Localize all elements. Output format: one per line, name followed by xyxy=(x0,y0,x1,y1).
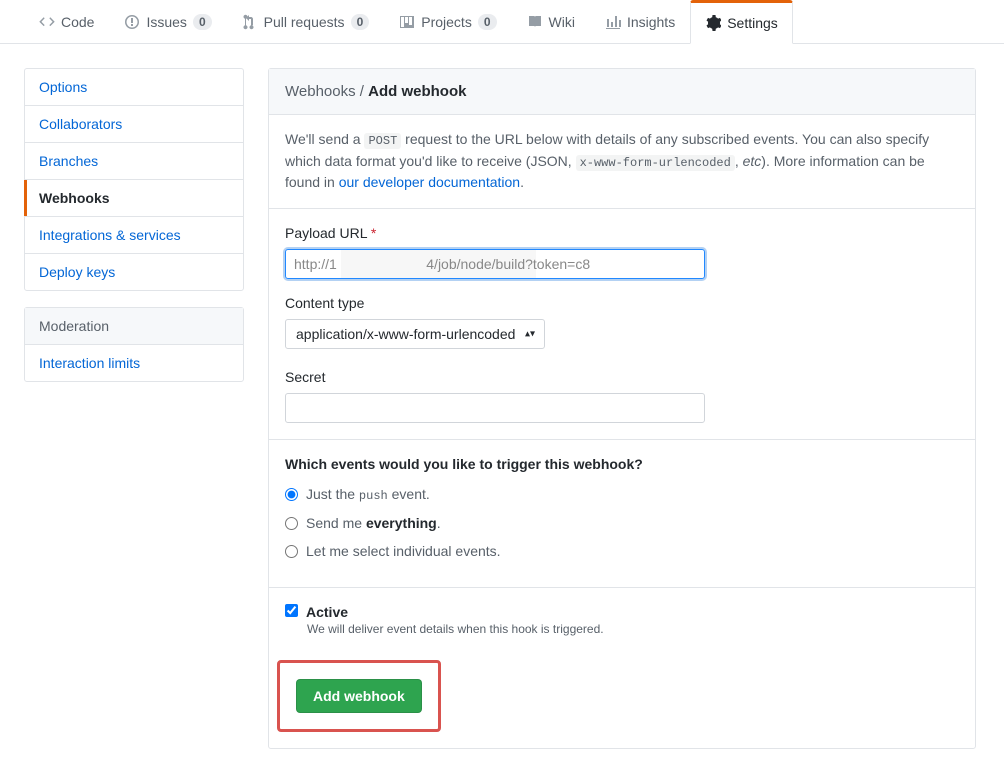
tab-label: Issues xyxy=(146,14,186,30)
tab-label: Wiki xyxy=(549,14,575,30)
sidebar-heading-moderation: Moderation xyxy=(25,308,243,345)
payload-url-label: Payload URL * xyxy=(285,225,959,241)
tab-issues[interactable]: Issues 0 xyxy=(109,0,226,43)
tab-label: Projects xyxy=(421,14,472,30)
submit-highlight-box: Add webhook xyxy=(277,660,441,732)
dev-docs-link[interactable]: our developer documentation xyxy=(339,174,520,190)
radio-row-everything: Send me everything. xyxy=(285,515,959,531)
active-help-text: We will deliver event details when this … xyxy=(307,622,959,636)
events-section: Which events would you like to trigger t… xyxy=(269,439,975,587)
active-checkbox[interactable] xyxy=(285,604,298,617)
breadcrumb-sep: / xyxy=(356,83,369,100)
radio-select-events-label[interactable]: Let me select individual events. xyxy=(306,543,501,559)
sidebar-menu-main: Options Collaborators Branches Webhooks … xyxy=(24,68,244,291)
code-icon xyxy=(39,14,55,30)
sidebar-item-branches[interactable]: Branches xyxy=(25,143,243,180)
radio-everything-label[interactable]: Send me everything. xyxy=(306,515,441,531)
radio-everything[interactable] xyxy=(285,517,298,530)
secret-label: Secret xyxy=(285,369,959,385)
main-content: Webhooks / Add webhook We'll send a POST… xyxy=(268,68,976,749)
content-type-section: Content type application/x-www-form-urle… xyxy=(269,295,975,365)
tab-projects[interactable]: Projects 0 xyxy=(384,0,511,43)
issue-icon xyxy=(124,14,140,30)
breadcrumb-current: Add webhook xyxy=(368,83,466,100)
tab-pull-requests[interactable]: Pull requests 0 xyxy=(227,0,385,43)
tab-wiki[interactable]: Wiki xyxy=(512,0,590,43)
content-type-select[interactable]: application/x-www-form-urlencoded xyxy=(285,319,545,349)
intro-text: We'll send a POST request to the URL bel… xyxy=(269,115,975,208)
sidebar-menu-moderation: Moderation Interaction limits xyxy=(24,307,244,382)
breadcrumb: Webhooks / Add webhook xyxy=(269,69,975,115)
tab-label: Code xyxy=(61,14,94,30)
radio-push-label[interactable]: Just the push event. xyxy=(306,486,430,503)
radio-row-push: Just the push event. xyxy=(285,486,959,503)
graph-icon xyxy=(605,14,621,30)
tab-insights[interactable]: Insights xyxy=(590,0,690,43)
tab-label: Insights xyxy=(627,14,675,30)
projects-count: 0 xyxy=(478,14,497,30)
sidebar-item-integrations[interactable]: Integrations & services xyxy=(25,217,243,254)
tab-settings[interactable]: Settings xyxy=(690,0,793,44)
payload-url-input[interactable] xyxy=(285,249,705,279)
tab-label: Settings xyxy=(727,15,778,31)
active-label: Active xyxy=(306,604,348,620)
webhook-box: Webhooks / Add webhook We'll send a POST… xyxy=(268,68,976,749)
sidebar-item-interaction-limits[interactable]: Interaction limits xyxy=(25,345,243,381)
radio-row-select-events: Let me select individual events. xyxy=(285,543,959,559)
add-webhook-button[interactable]: Add webhook xyxy=(296,679,422,713)
payload-url-section: Payload URL * xyxy=(269,208,975,295)
sidebar-item-collaborators[interactable]: Collaborators xyxy=(25,106,243,143)
secret-section: Secret xyxy=(269,365,975,439)
tab-code[interactable]: Code xyxy=(24,0,109,43)
ctype-code: x-www-form-urlencoded xyxy=(576,155,735,171)
settings-container: Options Collaborators Branches Webhooks … xyxy=(0,44,1000,772)
breadcrumb-parent: Webhooks xyxy=(285,83,356,100)
secret-input[interactable] xyxy=(285,393,705,423)
settings-sidebar: Options Collaborators Branches Webhooks … xyxy=(24,68,244,749)
gear-icon xyxy=(705,15,721,31)
radio-select-events[interactable] xyxy=(285,545,298,558)
sidebar-item-options[interactable]: Options xyxy=(25,69,243,106)
sidebar-item-webhooks[interactable]: Webhooks xyxy=(25,180,243,217)
required-asterisk: * xyxy=(371,225,376,241)
issues-count: 0 xyxy=(193,14,212,30)
active-section: Active We will deliver event details whe… xyxy=(269,587,975,652)
tab-label: Pull requests xyxy=(264,14,345,30)
radio-push[interactable] xyxy=(285,488,298,501)
pulls-count: 0 xyxy=(351,14,370,30)
pull-request-icon xyxy=(242,14,258,30)
repo-tabnav: Code Issues 0 Pull requests 0 Projects 0… xyxy=(0,0,1004,44)
book-icon xyxy=(527,14,543,30)
sidebar-item-deploy-keys[interactable]: Deploy keys xyxy=(25,254,243,290)
post-code: POST xyxy=(364,133,401,149)
events-title: Which events would you like to trigger t… xyxy=(285,456,959,472)
project-icon xyxy=(399,14,415,30)
content-type-label: Content type xyxy=(285,295,959,311)
